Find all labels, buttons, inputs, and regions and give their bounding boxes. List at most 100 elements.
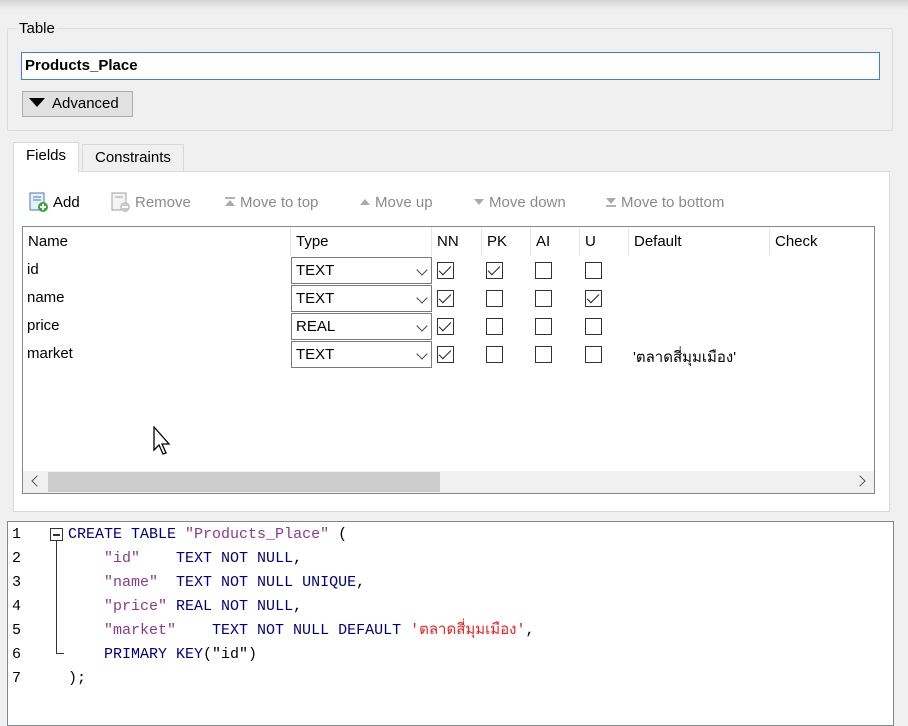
line-number: 5 [12, 622, 22, 639]
scrollbar-thumb[interactable] [48, 472, 440, 492]
column-header-ai[interactable]: AI [531, 227, 580, 256]
move-to-bottom-icon [606, 198, 616, 207]
column-header-u[interactable]: U [580, 227, 629, 256]
ai-checkbox[interactable] [535, 290, 552, 307]
sql-punct: , [293, 550, 303, 567]
field-name-cell[interactable]: id [23, 257, 43, 285]
add-field-button[interactable]: Add [28, 190, 80, 214]
unique-checkbox[interactable] [585, 290, 602, 307]
field-default-cell[interactable] [629, 285, 637, 313]
column-header-name[interactable]: Name [23, 227, 291, 256]
remove-field-button[interactable]: Remove [110, 190, 191, 214]
triangle-down-icon [29, 98, 45, 107]
sql-identifier: "name" [104, 574, 159, 591]
sql-identifier: "id" [104, 550, 141, 567]
chevron-down-icon [416, 320, 428, 332]
remove-label: Remove [135, 193, 191, 211]
field-type-value: TEXT [296, 346, 335, 363]
move-down-label: Move down [489, 193, 566, 211]
field-default-cell[interactable] [629, 313, 637, 341]
nn-checkbox[interactable] [437, 262, 454, 279]
field-default-cell[interactable] [629, 257, 637, 285]
sql-keyword: PRIMARY KEY [104, 646, 204, 663]
unique-checkbox[interactable] [585, 346, 602, 363]
sql-preview-editor[interactable]: 1 2 3 4 5 6 7 CREATE TABLE "Products_Pla… [7, 521, 894, 726]
field-type-value: TEXT [296, 290, 335, 307]
column-header-default[interactable]: Default [629, 227, 770, 256]
scroll-right-arrow-icon[interactable] [854, 475, 866, 487]
window-top-strip [0, 0, 908, 10]
field-name-cell[interactable]: price [23, 313, 64, 341]
move-down-button[interactable]: Move down [472, 190, 566, 214]
sql-identifier: "Products_Place" [185, 526, 330, 543]
move-up-icon [360, 199, 370, 205]
sql-punct: ( [329, 526, 348, 543]
sql-identifier: "market" [104, 622, 177, 639]
mouse-cursor-icon [153, 426, 171, 455]
nn-checkbox[interactable] [437, 318, 454, 335]
field-type-select[interactable]: TEXT [291, 341, 432, 368]
pk-checkbox[interactable] [486, 290, 503, 307]
field-type-value: TEXT [296, 262, 335, 279]
field-type-select[interactable]: REAL [291, 313, 432, 340]
fold-collapse-icon[interactable] [50, 528, 63, 541]
column-header-nn[interactable]: NN [432, 227, 482, 256]
nn-checkbox[interactable] [437, 346, 454, 363]
sql-keyword: TEXT NOT NULL DEFAULT [212, 622, 402, 639]
column-header-type[interactable]: Type [291, 227, 432, 256]
field-type-value: REAL [296, 318, 336, 335]
unique-checkbox[interactable] [585, 318, 602, 335]
advanced-label: Advanced [52, 95, 119, 112]
sql-punct: , [525, 622, 535, 639]
sql-line-3: "name" TEXT NOT NULL UNIQUE, [68, 571, 365, 595]
move-to-top-button[interactable]: Move to top [223, 190, 318, 214]
pk-checkbox[interactable] [486, 318, 503, 335]
line-number: 4 [12, 598, 22, 615]
sql-string-literal: 'ตลาดสี่มุมเมือง' [410, 622, 526, 639]
move-to-top-label: Move to top [240, 193, 319, 211]
advanced-button[interactable]: Advanced [22, 91, 133, 117]
chevron-down-icon [416, 292, 428, 304]
move-to-bottom-button[interactable]: Move to bottom [604, 190, 724, 214]
unique-checkbox[interactable] [585, 262, 602, 279]
sql-line-7: ); [68, 667, 86, 691]
sql-punct: ("id") [203, 646, 258, 663]
fold-guide-line [56, 541, 57, 653]
sql-keyword: TEXT NOT NULL UNIQUE [176, 574, 357, 591]
chevron-down-icon [416, 264, 428, 276]
sql-keyword: REAL NOT NULL [176, 598, 294, 615]
move-up-button[interactable]: Move up [358, 190, 433, 214]
line-number: 7 [12, 670, 22, 687]
move-to-bottom-label: Move to bottom [621, 193, 725, 211]
sql-line-2: "id" TEXT NOT NULL, [68, 547, 302, 571]
field-type-select[interactable]: TEXT [291, 285, 432, 312]
line-number: 6 [12, 646, 22, 663]
sql-identifier: "price" [104, 598, 168, 615]
ai-checkbox[interactable] [535, 346, 552, 363]
column-header-pk[interactable]: PK [482, 227, 531, 256]
pk-checkbox[interactable] [486, 262, 503, 279]
table-group-title: Table [17, 20, 57, 37]
column-header-check[interactable]: Check [770, 227, 874, 256]
ai-checkbox[interactable] [535, 318, 552, 335]
add-label: Add [53, 193, 80, 211]
field-name-cell[interactable]: name [23, 285, 69, 313]
field-type-select[interactable]: TEXT [291, 257, 432, 284]
sql-line-4: "price" REAL NOT NULL, [68, 595, 302, 619]
fields-grid[interactable]: Name Type NN PK AI U Default Check id TE… [22, 226, 875, 494]
scroll-left-arrow-icon[interactable] [31, 475, 43, 487]
field-default-cell[interactable]: 'ตลาดสี่มุมเมือง' [629, 341, 740, 369]
table-name-input[interactable]: Products_Place [21, 52, 880, 80]
pk-checkbox[interactable] [486, 346, 503, 363]
sql-punct: , [293, 598, 303, 615]
tab-fields[interactable]: Fields [13, 142, 80, 172]
tab-constraints[interactable]: Constraints [82, 144, 184, 172]
sql-line-1: CREATE TABLE "Products_Place" ( [68, 523, 347, 547]
ai-checkbox[interactable] [535, 262, 552, 279]
move-to-top-icon [225, 197, 235, 206]
sql-keyword: CREATE TABLE [68, 526, 177, 543]
field-name-cell[interactable]: market [23, 341, 77, 369]
move-down-icon [474, 199, 484, 205]
nn-checkbox[interactable] [437, 290, 454, 307]
horizontal-scrollbar[interactable] [23, 471, 874, 493]
